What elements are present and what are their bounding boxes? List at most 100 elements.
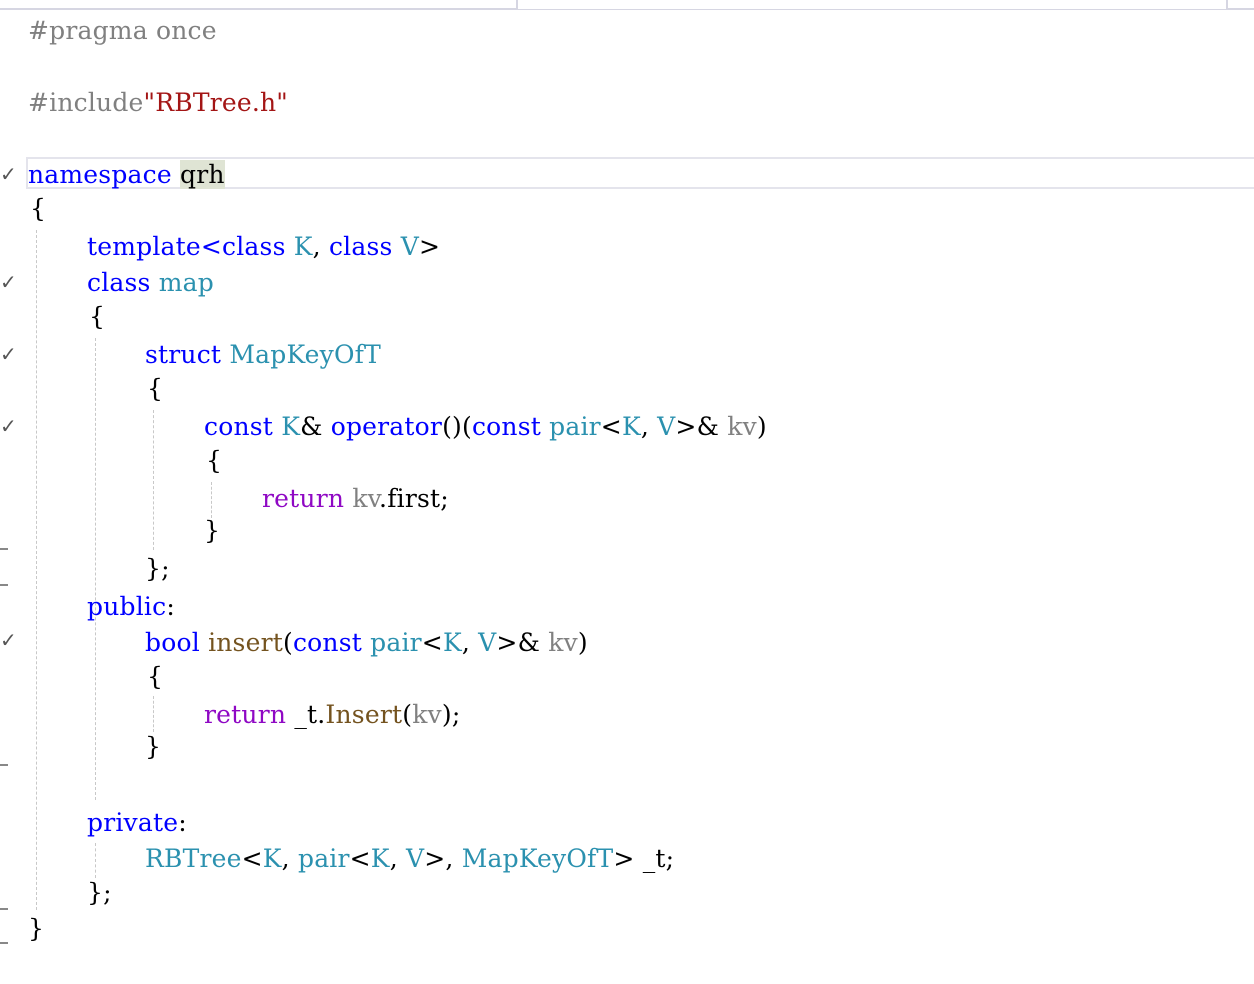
code-line-15[interactable]: } — [204, 516, 220, 546]
code-line-9[interactable]: { — [89, 302, 105, 332]
punct: > — [424, 844, 446, 873]
namespace-keyword: namespace — [28, 160, 172, 189]
indent-guide — [95, 338, 96, 800]
type-param: V — [657, 412, 676, 441]
class-keyword: class — [87, 268, 151, 297]
indent-guide — [153, 696, 154, 732]
brace: { — [147, 374, 164, 403]
punct: < — [421, 628, 443, 657]
code-line-21[interactable]: } — [145, 732, 161, 762]
include-file: "RBTree.h" — [143, 88, 289, 117]
punct: () — [442, 412, 462, 441]
fold-marker-icon[interactable]: ✓ — [0, 164, 17, 184]
punct: , — [461, 628, 470, 657]
code-line-13[interactable]: { — [206, 446, 222, 476]
type-param: V — [400, 232, 419, 261]
code-line-20[interactable]: return _t.Insert(kv); — [204, 700, 460, 730]
code-line-26[interactable]: } — [28, 914, 44, 944]
brace: }; — [145, 554, 170, 583]
brace: } — [145, 732, 162, 761]
code-line-8[interactable]: class map — [87, 268, 214, 298]
brace: { — [206, 446, 223, 475]
punct: ; — [665, 844, 675, 873]
class-keyword: class — [328, 232, 393, 261]
pragma-directive: #pragma once — [28, 16, 217, 45]
struct-name: MapKeyOfT — [229, 340, 381, 369]
code-line-5[interactable]: namespace qrh — [28, 160, 225, 190]
member-variable: _t — [642, 844, 666, 873]
operator-keyword: operator — [330, 412, 443, 441]
code-line-19[interactable]: { — [147, 662, 163, 692]
code-line-24[interactable]: RBTree<K, pair<K, V>, MapKeyOfT> _t; — [145, 844, 674, 874]
fold-marker-icon[interactable]: ✓ — [0, 630, 17, 650]
code-line-18[interactable]: bool insert(const pair<K, V>& kv) — [145, 628, 588, 658]
private-keyword: private — [87, 808, 179, 837]
include-directive: #include — [28, 88, 144, 117]
code-line-6[interactable]: { — [30, 194, 46, 224]
fold-end-marker — [0, 548, 8, 550]
code-line-11[interactable]: { — [147, 374, 163, 404]
code-line-16[interactable]: }; — [145, 554, 170, 584]
template-keyword: template<class — [87, 232, 286, 261]
brace: { — [89, 302, 106, 331]
punct: < — [349, 844, 371, 873]
fold-marker-icon[interactable]: ✓ — [0, 344, 17, 364]
type-param: K — [621, 412, 641, 441]
code-line-17[interactable]: public: — [87, 592, 175, 622]
member: first — [387, 484, 441, 513]
parameter: kv — [548, 628, 578, 657]
code-line-1[interactable]: #pragma once — [28, 16, 217, 46]
punct: ) — [577, 628, 588, 657]
type-param: K — [370, 844, 390, 873]
const-keyword: const — [471, 412, 541, 441]
punct: , — [640, 412, 649, 441]
punct: ( — [282, 628, 293, 657]
code-line-3[interactable]: #include"RBTree.h" — [28, 88, 288, 118]
namespace-name: qrh — [180, 160, 225, 189]
punct: ; — [451, 700, 461, 729]
code-line-25[interactable]: }; — [87, 878, 112, 908]
indent-guide — [36, 230, 37, 910]
code-line-14[interactable]: return kv.first; — [262, 484, 449, 514]
public-keyword: public — [87, 592, 167, 621]
brace: { — [147, 662, 164, 691]
type-param: V — [406, 844, 425, 873]
parameter: kv — [727, 412, 757, 441]
fold-end-marker — [0, 584, 8, 586]
const-keyword: const — [292, 628, 362, 657]
parameter: kv — [352, 484, 380, 513]
punct: , — [281, 844, 290, 873]
punct: ; — [440, 484, 449, 513]
parameter: kv — [412, 700, 442, 729]
punct: ) — [441, 700, 452, 729]
punct: > — [613, 844, 635, 873]
punct: & — [517, 628, 541, 657]
type-name: pair — [549, 412, 601, 441]
code-line-23[interactable]: private: — [87, 808, 187, 838]
code-line-7[interactable]: template<class K, class V> — [87, 232, 440, 262]
type-param: K — [281, 412, 301, 441]
punct: > — [675, 412, 697, 441]
fold-marker-icon[interactable]: ✓ — [0, 272, 17, 292]
type-name: RBTree — [145, 844, 242, 873]
code-line-10[interactable]: struct MapKeyOfT — [145, 340, 381, 370]
punct: < — [600, 412, 622, 441]
punct: < — [241, 844, 263, 873]
navigation-bar-dropdown[interactable] — [516, 0, 1228, 9]
bool-keyword: bool — [145, 628, 200, 657]
fold-marker-icon[interactable]: ✓ — [0, 416, 17, 436]
punct: : — [166, 592, 175, 621]
punct: ( — [461, 412, 472, 441]
fold-end-marker — [0, 942, 8, 944]
code-line-12[interactable]: const K& operator()(const pair<K, V>& kv… — [204, 412, 767, 442]
punct: > — [418, 232, 441, 261]
indent-guide — [153, 410, 154, 550]
brace: }; — [87, 878, 112, 907]
fold-end-marker — [0, 908, 8, 910]
punct: ) — [756, 412, 767, 441]
punct: , — [312, 232, 321, 261]
punct: , — [389, 844, 398, 873]
brace: { — [30, 194, 47, 223]
indent-guide — [211, 482, 212, 518]
class-name: map — [158, 268, 214, 297]
